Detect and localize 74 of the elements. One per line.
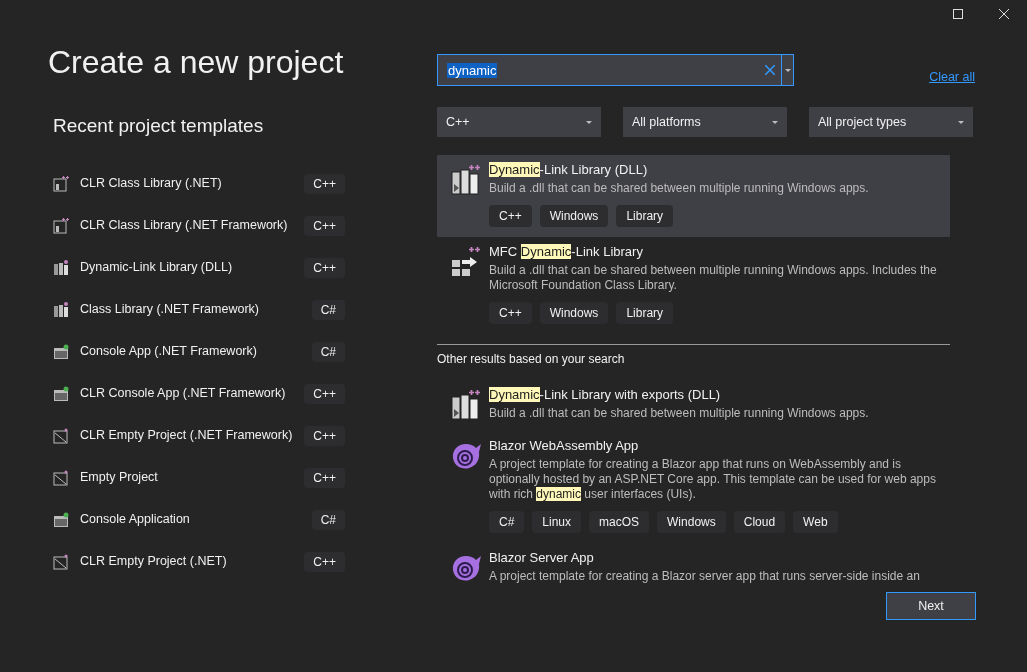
tag: Cloud (733, 511, 786, 533)
recent-template-item[interactable]: CLR Class Library (.NET Framework) C++ (53, 204, 345, 247)
library-icon (53, 175, 69, 192)
tag: C++ (304, 467, 345, 488)
tag: macOS (589, 511, 650, 533)
next-button[interactable]: Next (886, 592, 976, 620)
recent-template-item[interactable]: Dynamic-Link Library (DLL) C++ (53, 246, 345, 289)
tag: C++ (304, 425, 345, 446)
tag: Library (616, 205, 674, 227)
template-title: Blazor WebAssembly App (489, 438, 639, 454)
tag: Library (616, 302, 674, 324)
dropdown-button[interactable] (781, 55, 793, 85)
library-icon (53, 217, 69, 234)
library-icon (53, 301, 69, 318)
template-title: Blazor Server App (489, 550, 594, 566)
template-description: Build a .dll that can be shared between multiple running Windows apps. (489, 181, 869, 196)
filter-dropdown[interactable]: All project types (809, 107, 973, 137)
template-description: Build a .dll that can be shared between multiple running Windows apps. Includes the Microsoft Foundation Class Library. (489, 263, 938, 293)
filter-dropdown[interactable]: All platforms (623, 107, 787, 137)
recent-template-item[interactable]: CLR Empty Project (.NET Framework) C++ (53, 414, 345, 457)
caret-icon (958, 120, 964, 124)
clear-icon[interactable] (765, 65, 775, 75)
console-icon (53, 511, 69, 528)
tag: C++ (489, 205, 532, 227)
tag: C++ (304, 257, 345, 278)
tag: Linux (532, 511, 582, 533)
library-icon (450, 164, 482, 196)
recent-template-item[interactable]: CLR Class Library (.NET) C++ (53, 162, 345, 205)
console-icon (53, 343, 69, 360)
template-title: Dynamic-Link Library with exports (DLL) (489, 387, 721, 403)
template-result[interactable]: Dynamic-Link Library with exports (DLL) Build a .dll that can be shared between multiple running Windows apps. (437, 380, 950, 431)
tag: C++ (304, 215, 345, 236)
window-title: Create a new project (48, 43, 345, 82)
filter-dropdown[interactable]: C++ (437, 107, 601, 137)
library-icon (53, 259, 69, 276)
console-icon (53, 385, 69, 402)
mfc-library-icon (450, 246, 482, 278)
tag: Web (793, 511, 838, 533)
tag: C++ (304, 383, 345, 404)
tag: C# (489, 511, 525, 533)
tag: Windows (539, 205, 609, 227)
tag: Windows (657, 511, 726, 533)
template-description: A project template for creating a Blazor server app that runs server-side inside an (489, 569, 920, 584)
tag: C++ (304, 173, 345, 194)
empty-project-icon (53, 427, 69, 444)
recent-template-item[interactable]: CLR Console App (.NET Framework) C++ (53, 372, 345, 415)
search-field[interactable]: dynamic (437, 54, 794, 86)
recent-template-item[interactable]: Console App (.NET Framework) C# (53, 330, 345, 373)
tag: Windows (539, 302, 609, 324)
template-description: A project template for creating a Blazor app that runs on WebAssembly and is optionally hosted by an ASP.NET Core app. This template can be used for web apps with rich dynamic user interfaces (UIs). (489, 457, 937, 502)
template-title: Dynamic-Link Library (DLL) (489, 162, 648, 178)
tag: C# (311, 299, 345, 320)
maximize-icon (953, 9, 963, 19)
clear-all-link[interactable]: Clear all (929, 68, 975, 87)
empty-project-icon (53, 469, 69, 486)
empty-project-icon (53, 553, 69, 570)
template-result[interactable]: Dynamic-Link Library (DLL) Build a .dll that can be shared between multiple running Windows apps. C++ Windows Library (437, 155, 950, 237)
tag: C++ (489, 302, 532, 324)
template-result[interactable]: Blazor Server App A project template for creating a Blazor server app that runs server-side inside an (437, 543, 950, 592)
tag: C# (311, 509, 345, 530)
template-description: Build a .dll that can be shared between multiple running Windows apps. (489, 406, 869, 421)
recent-template-item[interactable]: Class Library (.NET Framework) C# (53, 288, 345, 331)
tag: C++ (304, 551, 345, 572)
library-icon (450, 389, 482, 421)
caret-icon (772, 120, 778, 124)
recent-template-item[interactable]: Console Application C# (53, 498, 345, 541)
caret-icon (586, 120, 592, 124)
recent-template-item[interactable]: Empty Project C++ (53, 456, 345, 499)
tag: C# (311, 341, 345, 362)
section-heading: Recent project templates (53, 114, 265, 138)
close-icon (999, 9, 1009, 19)
section-heading: Other results based on your search (437, 351, 626, 368)
recent-template-item[interactable]: CLR Empty Project (.NET) C++ (53, 540, 345, 583)
caret-icon (784, 68, 791, 72)
